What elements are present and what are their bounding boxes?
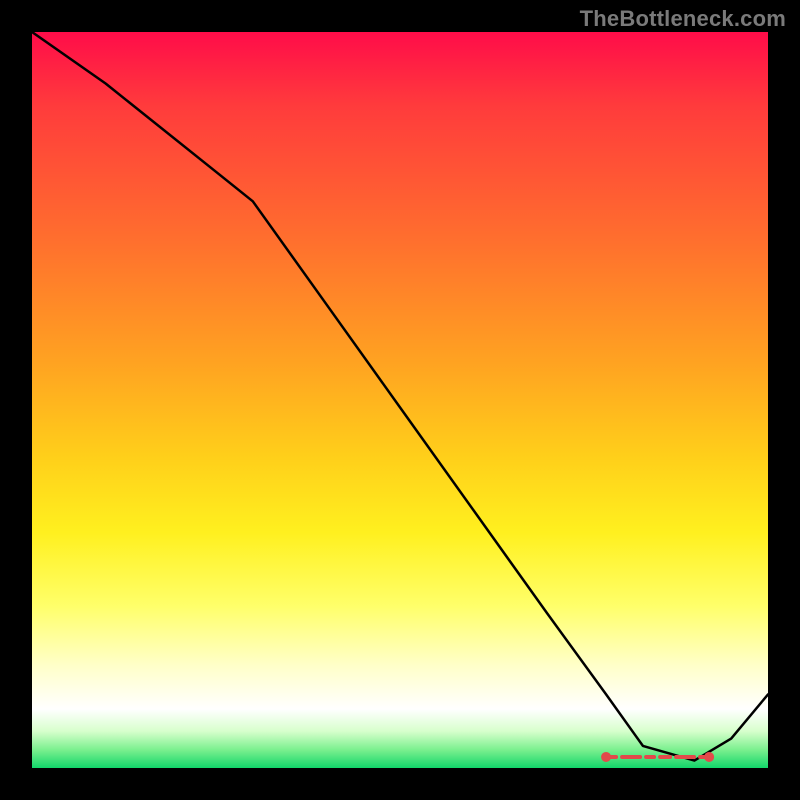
valley-marker-right: [704, 752, 714, 762]
chart-overlay-svg: [32, 32, 768, 768]
watermark-text: TheBottleneck.com: [580, 6, 786, 32]
valley-marker-left: [601, 752, 611, 762]
chart-line: [32, 32, 768, 761]
chart-plot-area: [32, 32, 768, 768]
